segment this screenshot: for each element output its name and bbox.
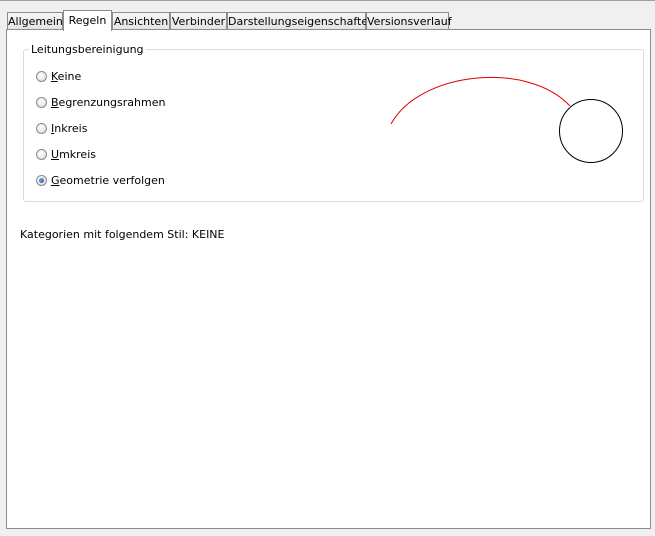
group-title: Leitungsbereinigung <box>29 43 146 56</box>
tab-allgemein[interactable]: Allgemein <box>7 12 63 29</box>
tab-regeln[interactable]: Regeln <box>63 10 112 31</box>
radio-button[interactable] <box>36 97 47 108</box>
radio-label: Geometrie verfolgen <box>51 174 165 187</box>
radio-selected-dot <box>39 178 44 183</box>
radio-button[interactable] <box>36 123 47 134</box>
line-cleanup-preview <box>390 76 623 163</box>
tab-ansichten[interactable]: Ansichten <box>112 12 170 29</box>
tab-darstellungseigenschaften[interactable]: Darstellungseigenschaften <box>227 12 375 29</box>
tab-panel-regeln: Leitungsbereinigung Keine Begrenzungsrah… <box>6 29 651 529</box>
radio-label: Umkreis <box>51 148 96 161</box>
target-circle <box>559 99 623 163</box>
radio-label: Inkreis <box>51 122 88 135</box>
window-top-border <box>0 0 655 1</box>
tab-verbinder[interactable]: Verbinder <box>170 12 227 29</box>
connector-line <box>390 76 571 125</box>
category-style-info: Kategorien mit folgendem Stil: KEINE <box>20 228 225 241</box>
radio-label: Keine <box>51 70 82 83</box>
radio-button-checked[interactable] <box>36 175 47 186</box>
radio-button[interactable] <box>36 71 47 82</box>
radio-label: Begrenzungsrahmen <box>51 96 166 109</box>
radio-button[interactable] <box>36 149 47 160</box>
tab-versionsverlauf[interactable]: Versionsverlauf <box>366 12 452 29</box>
